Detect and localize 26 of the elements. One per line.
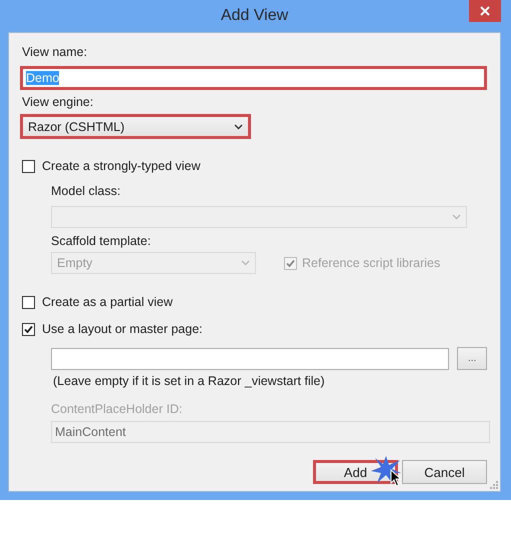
view-engine-dropdown[interactable]: Razor (CSHTML) <box>20 114 251 139</box>
browse-button[interactable]: ... <box>457 347 487 370</box>
chevron-down-icon <box>241 260 250 266</box>
field-label: View engine: <box>22 94 94 110</box>
checkbox-label: Create a strongly-typed view <box>42 159 200 173</box>
field-label: Model class: <box>51 183 122 199</box>
field-label: ContentPlaceHolder ID: <box>51 401 184 417</box>
field-label: Scaffold template: <box>51 233 152 249</box>
checkbox-label: Create as a partial view <box>42 295 173 309</box>
close-icon <box>480 6 490 16</box>
dialog-button[interactable]: Cancel <box>402 460 487 484</box>
checkbox-label: Use a layout or master page: <box>42 322 202 336</box>
hint-text: (Leave empty if it is set in a Razor _viewstart file) <box>53 373 326 389</box>
window-title: Add View <box>220 7 288 25</box>
checkbox-label: Reference script libraries <box>302 256 440 270</box>
field-label: View name: <box>22 44 88 60</box>
close-button[interactable] <box>469 0 501 22</box>
checkbox[interactable] <box>22 160 35 172</box>
checkbox[interactable] <box>22 322 35 336</box>
resize-grip-icon[interactable] <box>490 481 498 489</box>
layout-path-field[interactable] <box>51 348 450 370</box>
chevron-down-icon <box>452 214 461 220</box>
cursor-icon <box>390 469 402 487</box>
click-burst-icon <box>371 456 401 484</box>
chevron-down-icon <box>234 124 243 130</box>
checkbox[interactable] <box>22 296 35 308</box>
